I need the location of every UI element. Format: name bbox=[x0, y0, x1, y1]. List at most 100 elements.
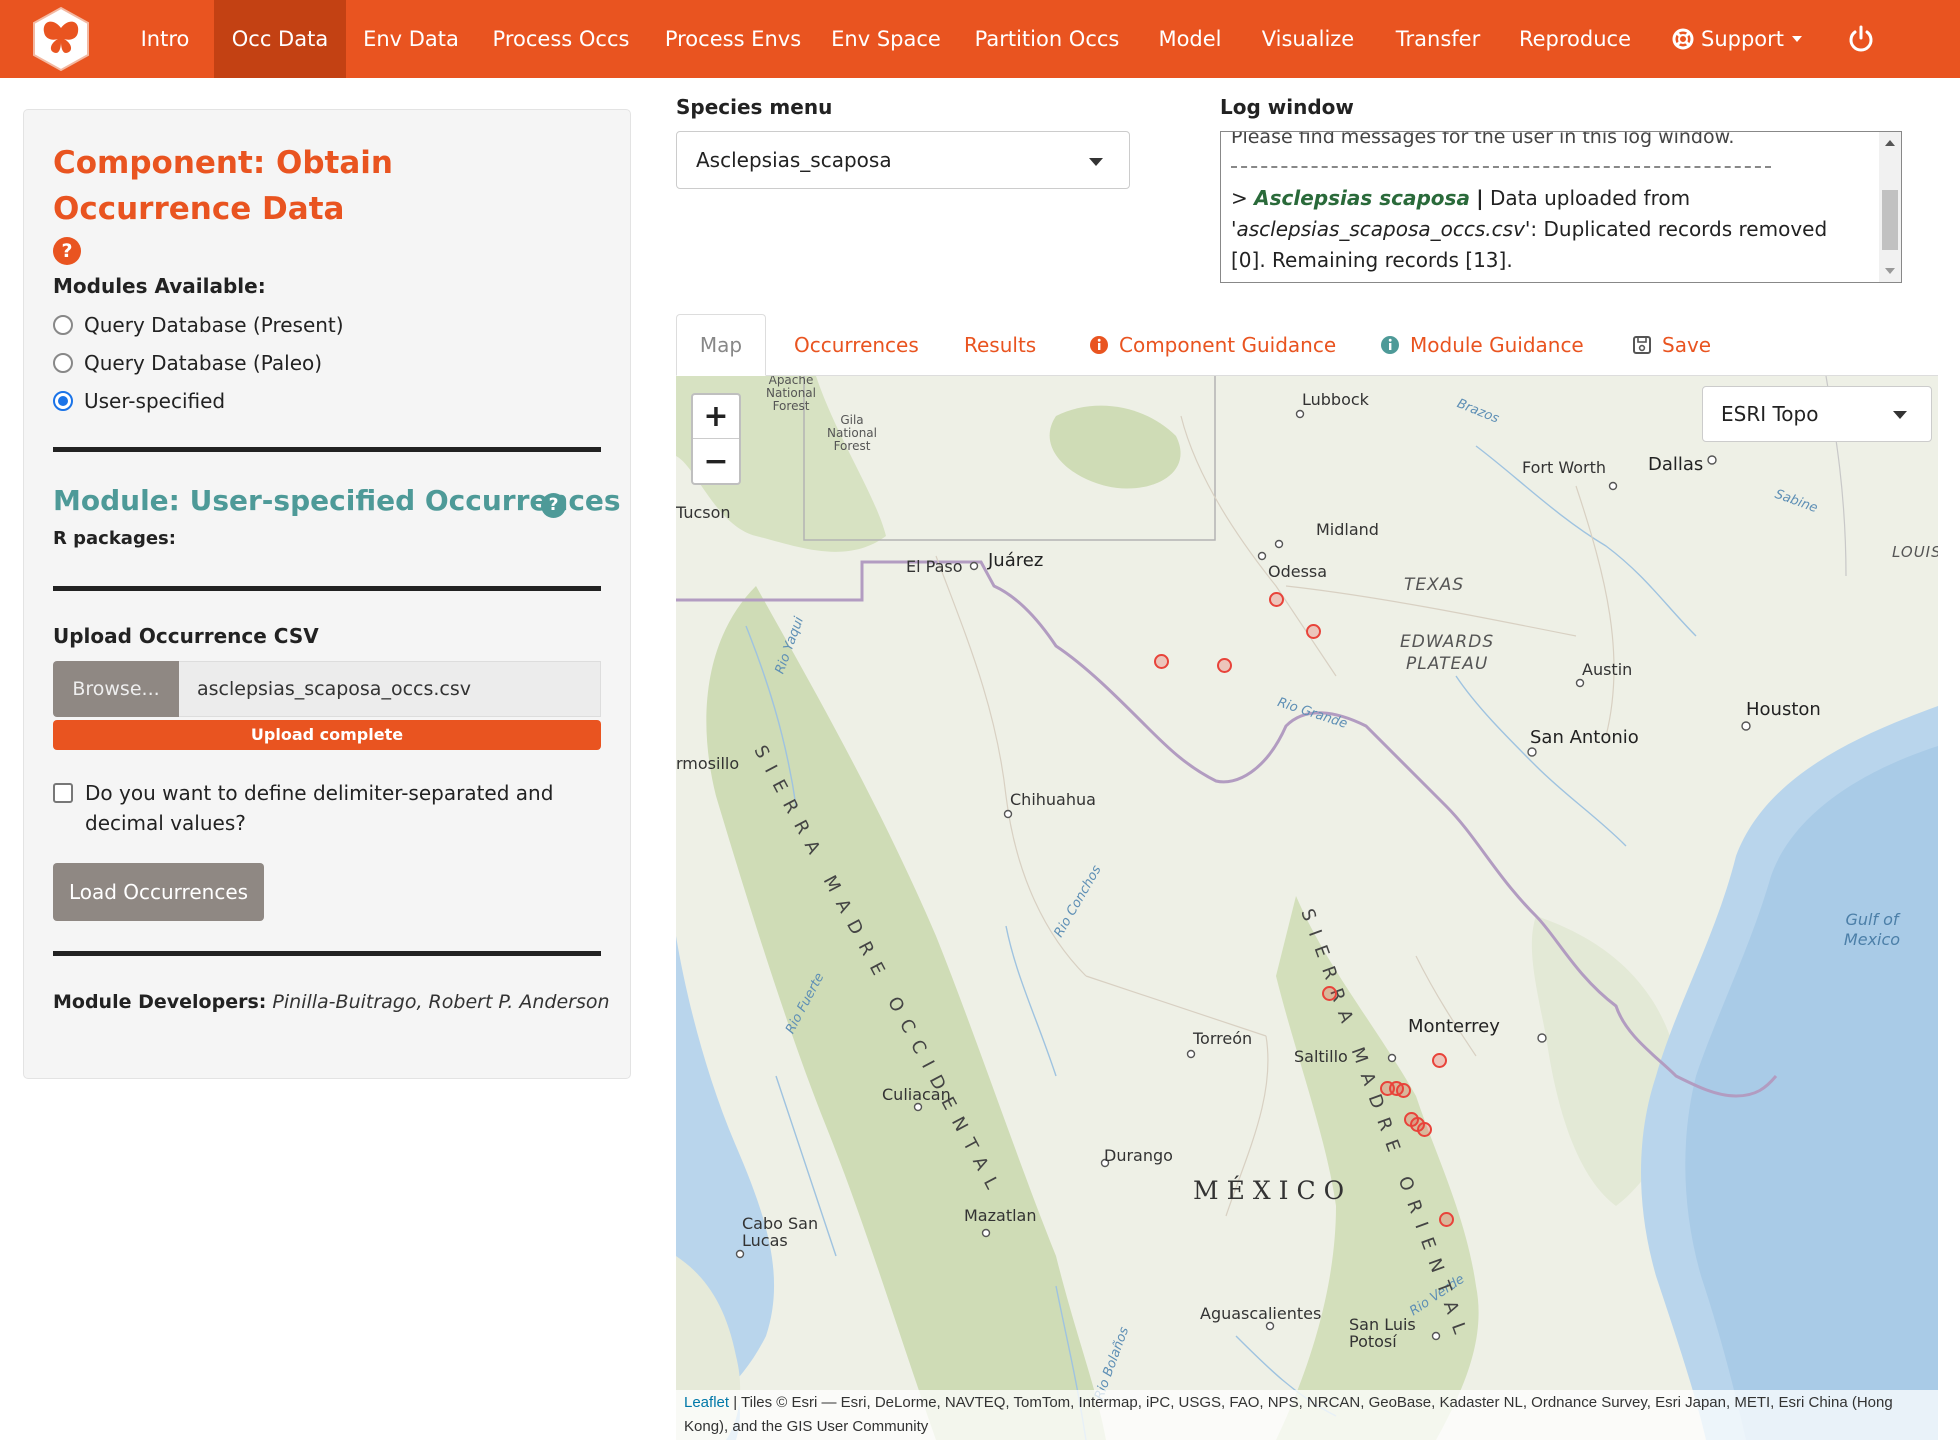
tab-module-guidance-label: Module Guidance bbox=[1410, 333, 1584, 357]
module-radio-user-specified[interactable]: User-specified bbox=[53, 386, 225, 416]
nav-support-label: Support bbox=[1701, 27, 1785, 51]
log-window[interactable]: Please find messages for the user in thi… bbox=[1220, 131, 1902, 283]
nav-support[interactable]: Support bbox=[1672, 0, 1808, 78]
tab-results[interactable]: Results bbox=[964, 314, 1036, 376]
occurrence-marker[interactable] bbox=[1154, 654, 1169, 669]
nav-process-occs[interactable]: Process Occs bbox=[486, 0, 636, 78]
species-selected-value: Asclepsias_scaposa bbox=[696, 148, 892, 172]
nav-reproduce[interactable]: Reproduce bbox=[1512, 0, 1638, 78]
module-radio-present[interactable]: Query Database (Present) bbox=[53, 310, 344, 340]
tab-bar: Map Occurrences Results Component Guidan… bbox=[676, 314, 1938, 376]
module-radio-paleo[interactable]: Query Database (Paleo) bbox=[53, 348, 322, 378]
component-help-icon[interactable]: ? bbox=[53, 237, 81, 265]
log-prefix: > bbox=[1231, 186, 1248, 210]
module-help-icon[interactable]: ? bbox=[541, 493, 566, 518]
zoom-in-button[interactable]: + bbox=[693, 395, 739, 439]
map-label-lubbock: Lubbock bbox=[1302, 390, 1369, 409]
butterfly-logo-icon[interactable] bbox=[32, 6, 90, 72]
map-label-louisiana: LOUIS bbox=[1892, 543, 1938, 561]
attribution-text: | Tiles © Esri — Esri, DeLorme, NAVTEQ, … bbox=[684, 1394, 1893, 1435]
occurrence-marker[interactable] bbox=[1417, 1122, 1432, 1137]
map-label-mazatlan: Mazatlan bbox=[964, 1206, 1037, 1225]
tab-save-label: Save bbox=[1662, 333, 1712, 357]
load-occurrences-button[interactable]: Load Occurrences bbox=[53, 863, 264, 921]
scroll-up-icon[interactable] bbox=[1885, 140, 1895, 146]
map-label-durango: Durango bbox=[1104, 1146, 1173, 1165]
info-circle-icon bbox=[1090, 336, 1108, 354]
tab-occurrences[interactable]: Occurrences bbox=[794, 314, 919, 376]
map-label-torreon: Torreón bbox=[1193, 1029, 1253, 1048]
map-attribution: Leaflet | Tiles © Esri — Esri, DeLorme, … bbox=[676, 1390, 1938, 1440]
occurrence-marker[interactable] bbox=[1217, 658, 1232, 673]
log-scrollbar[interactable] bbox=[1879, 132, 1901, 282]
delimiter-checkbox[interactable] bbox=[53, 783, 73, 803]
nav-intro[interactable]: Intro bbox=[125, 0, 205, 78]
nav-visualize[interactable]: Visualize bbox=[1253, 0, 1363, 78]
map-label-gila: Gila National Forest bbox=[826, 413, 877, 453]
scroll-down-icon[interactable] bbox=[1885, 268, 1895, 274]
map-label-juarez: Juárez bbox=[988, 550, 1044, 571]
log-separator bbox=[1231, 166, 1771, 168]
info-circle-icon bbox=[1381, 336, 1399, 354]
basemap-select[interactable]: ESRI Topo bbox=[1702, 386, 1932, 442]
log-scroll-thumb[interactable] bbox=[1882, 190, 1898, 250]
nav-partition-occs[interactable]: Partition Occs bbox=[967, 0, 1127, 78]
modules-available-label: Modules Available: bbox=[53, 274, 266, 298]
radio-icon[interactable] bbox=[53, 353, 73, 373]
tab-map[interactable]: Map bbox=[676, 314, 766, 376]
radio-icon[interactable] bbox=[53, 315, 73, 335]
power-icon[interactable] bbox=[1846, 24, 1876, 54]
zoom-control: + − bbox=[691, 393, 741, 485]
map-label-tucson: Tucson bbox=[676, 503, 731, 522]
map-label-hermosillo: rmosillo bbox=[676, 754, 740, 773]
map-label-apache: Apache National Forest bbox=[765, 376, 816, 413]
radio-selected-icon[interactable] bbox=[53, 391, 73, 411]
delimiter-checkbox-label: Do you want to define delimiter-separate… bbox=[85, 781, 554, 835]
nav-env-data[interactable]: Env Data bbox=[358, 0, 464, 78]
leaflet-link[interactable]: Leaflet bbox=[684, 1394, 729, 1411]
r-packages-label: R packages: bbox=[53, 528, 176, 549]
map-label-fort-worth: Fort Worth bbox=[1522, 458, 1607, 477]
tab-save[interactable]: Save bbox=[1632, 314, 1711, 376]
occurrence-marker[interactable] bbox=[1269, 592, 1284, 607]
occurrence-marker[interactable] bbox=[1306, 624, 1321, 639]
upload-csv-label: Upload Occurrence CSV bbox=[53, 624, 319, 648]
caret-down-icon bbox=[1893, 411, 1907, 419]
species-select[interactable]: Asclepsias_scaposa bbox=[676, 131, 1130, 189]
browse-button[interactable]: Browse... bbox=[53, 661, 179, 717]
file-input[interactable]: Browse... asclepsias_scaposa_occs.csv bbox=[53, 661, 601, 717]
log-file-name: 'asclepsias_scaposa_occs.csv' bbox=[1231, 217, 1531, 241]
occurrence-marker[interactable] bbox=[1322, 986, 1337, 1001]
zoom-out-button[interactable]: − bbox=[693, 440, 739, 484]
map-label-edwards: EDWARDS bbox=[1400, 632, 1495, 652]
occurrence-marker[interactable] bbox=[1432, 1053, 1447, 1068]
occurrence-marker[interactable] bbox=[1439, 1212, 1454, 1227]
module-developers: Module Developers: Pinilla-Buitrago, Rob… bbox=[53, 991, 610, 1013]
occurrence-marker[interactable] bbox=[1396, 1083, 1411, 1098]
log-species: Asclepsias scaposa bbox=[1254, 186, 1470, 210]
floppy-disk-icon bbox=[1633, 336, 1651, 354]
divider bbox=[53, 951, 601, 956]
caret-down-icon bbox=[1089, 158, 1103, 166]
map-label-lucas: Lucas bbox=[742, 1231, 788, 1250]
nav-occ-data[interactable]: Occ Data bbox=[214, 0, 346, 78]
tab-module-guidance[interactable]: Module Guidance bbox=[1380, 314, 1584, 376]
map-label-el-paso: El Paso bbox=[906, 557, 963, 576]
sidebar-panel: Component: Obtain Occurrence Data ? Modu… bbox=[23, 109, 631, 1079]
log-message: > Asclepsias scaposa | Data uploaded fro… bbox=[1231, 183, 1849, 276]
nav-process-envs[interactable]: Process Envs bbox=[659, 0, 807, 78]
file-name-field[interactable]: asclepsias_scaposa_occs.csv bbox=[179, 661, 601, 717]
log-message-part1: Data uploaded from bbox=[1489, 186, 1691, 210]
occurrence-map[interactable]: Lubbock Fort Worth Dallas Midland Odessa… bbox=[676, 376, 1938, 1440]
nav-transfer[interactable]: Transfer bbox=[1386, 0, 1490, 78]
module-radio-label: Query Database (Paleo) bbox=[84, 351, 323, 375]
tab-component-guidance[interactable]: Component Guidance bbox=[1089, 314, 1336, 376]
map-label-potosi: Potosí bbox=[1349, 1332, 1397, 1351]
nav-model[interactable]: Model bbox=[1150, 0, 1230, 78]
log-separator-bar: | bbox=[1476, 186, 1484, 210]
map-label-texas: TEXAS bbox=[1404, 575, 1465, 595]
map-label-aguascalientes: Aguascalientes bbox=[1200, 1304, 1322, 1323]
delimiter-checkbox-row[interactable]: Do you want to define delimiter-separate… bbox=[53, 778, 583, 838]
nav-env-space[interactable]: Env Space bbox=[828, 0, 944, 78]
navbar: Intro Occ Data Env Data Process Occs Pro… bbox=[0, 0, 1960, 78]
